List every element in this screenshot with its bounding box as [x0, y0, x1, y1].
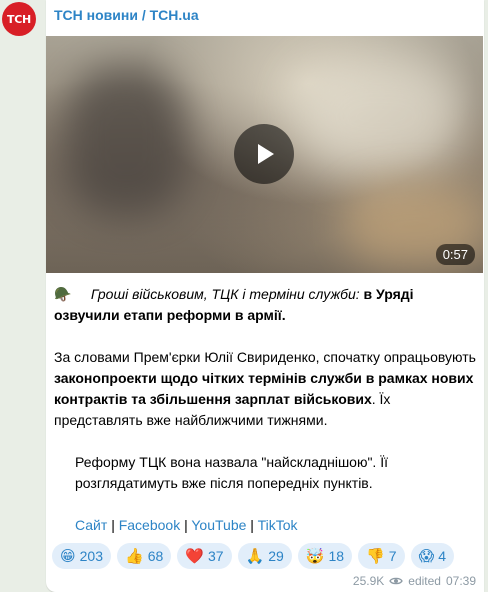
- link-tiktok[interactable]: TikTok: [258, 517, 298, 533]
- reaction-count: 18: [328, 548, 345, 564]
- scream-emoji: 😱: [418, 547, 435, 565]
- grin-emoji: 😁: [60, 547, 76, 565]
- video-blur-shape: [296, 56, 466, 176]
- reaction-count: 4: [438, 548, 446, 564]
- link-separator: |: [184, 517, 188, 533]
- link-facebook[interactable]: Facebook: [119, 517, 180, 533]
- headline: 🪖 Гроші військовим, ТЦК і терміни служби…: [54, 284, 479, 326]
- message-meta: 25.9K edited 07:39: [353, 574, 476, 588]
- link-site[interactable]: Сайт: [75, 517, 107, 533]
- video-preview[interactable]: 0:57: [46, 36, 483, 273]
- reaction-thumbs-down[interactable]: 👎 7: [358, 543, 405, 569]
- link-separator: |: [250, 517, 254, 533]
- heart-emoji: ❤️: [185, 547, 204, 565]
- channel-name[interactable]: ТСН новини / TCH.ua: [54, 7, 199, 23]
- video-blur-shape: [66, 66, 186, 216]
- link-separator: |: [111, 517, 115, 533]
- message-text: 🪖 Гроші військовим, ТЦК і терміни служби…: [54, 284, 479, 536]
- message-bubble: ТСН новини / TCH.ua 0:57 🪖 Гроші військо…: [46, 0, 484, 592]
- channel-avatar[interactable]: ТСН: [2, 2, 36, 36]
- reaction-scream[interactable]: 😱 4: [410, 543, 454, 569]
- pray-emoji: 🙏: [245, 547, 265, 565]
- reaction-grin[interactable]: 😁 203: [52, 543, 111, 569]
- paragraph-2: За словами Прем'єрки Юлії Свириденко, сп…: [54, 347, 479, 431]
- message-time: 07:39: [445, 574, 476, 588]
- play-icon: [258, 144, 274, 164]
- reaction-count: 203: [79, 548, 103, 564]
- headline-italic: Гроші військовим, ТЦК і терміни служби:: [90, 286, 360, 302]
- paragraph-2-bold: законопроекти щодо чітких термінів служб…: [54, 370, 474, 407]
- paragraph-2-text: За словами Прем'єрки Юлії Свириденко, сп…: [54, 349, 476, 365]
- reaction-thumbs-up[interactable]: 👍 68: [117, 543, 172, 569]
- reaction-count: 7: [388, 548, 397, 564]
- reaction-heart[interactable]: ❤️ 37: [177, 543, 232, 569]
- reaction-count: 68: [147, 548, 164, 564]
- helmet-emoji: 🪖: [54, 286, 72, 302]
- reaction-mind-blown[interactable]: 🤯 18: [297, 543, 353, 569]
- reaction-count: 29: [268, 548, 284, 564]
- thumbs-up-emoji: 👍: [125, 547, 144, 565]
- links-row: Сайт | Facebook | YouTube | TikTok: [54, 515, 479, 536]
- paragraph-3: Реформу ТЦК вона назвала "найскладнішою"…: [75, 454, 388, 491]
- avatar-text: ТСН: [7, 12, 31, 26]
- eye-icon: [389, 577, 404, 585]
- video-duration: 0:57: [435, 244, 475, 265]
- view-count: 25.9K: [352, 574, 385, 588]
- reaction-pray[interactable]: 🙏 29: [237, 543, 292, 569]
- link-youtube[interactable]: YouTube: [191, 517, 246, 533]
- edited-label: edited: [408, 574, 441, 588]
- mind-blown-emoji: 🤯: [305, 547, 325, 565]
- play-button[interactable]: [234, 124, 294, 184]
- thumbs-down-emoji: 👎: [366, 547, 385, 565]
- reactions-bar: 😁 203 👍 68 ❤️ 37 🙏 29 🤯 18 👎 7 😱 4: [52, 543, 454, 569]
- reaction-count: 37: [207, 548, 224, 564]
